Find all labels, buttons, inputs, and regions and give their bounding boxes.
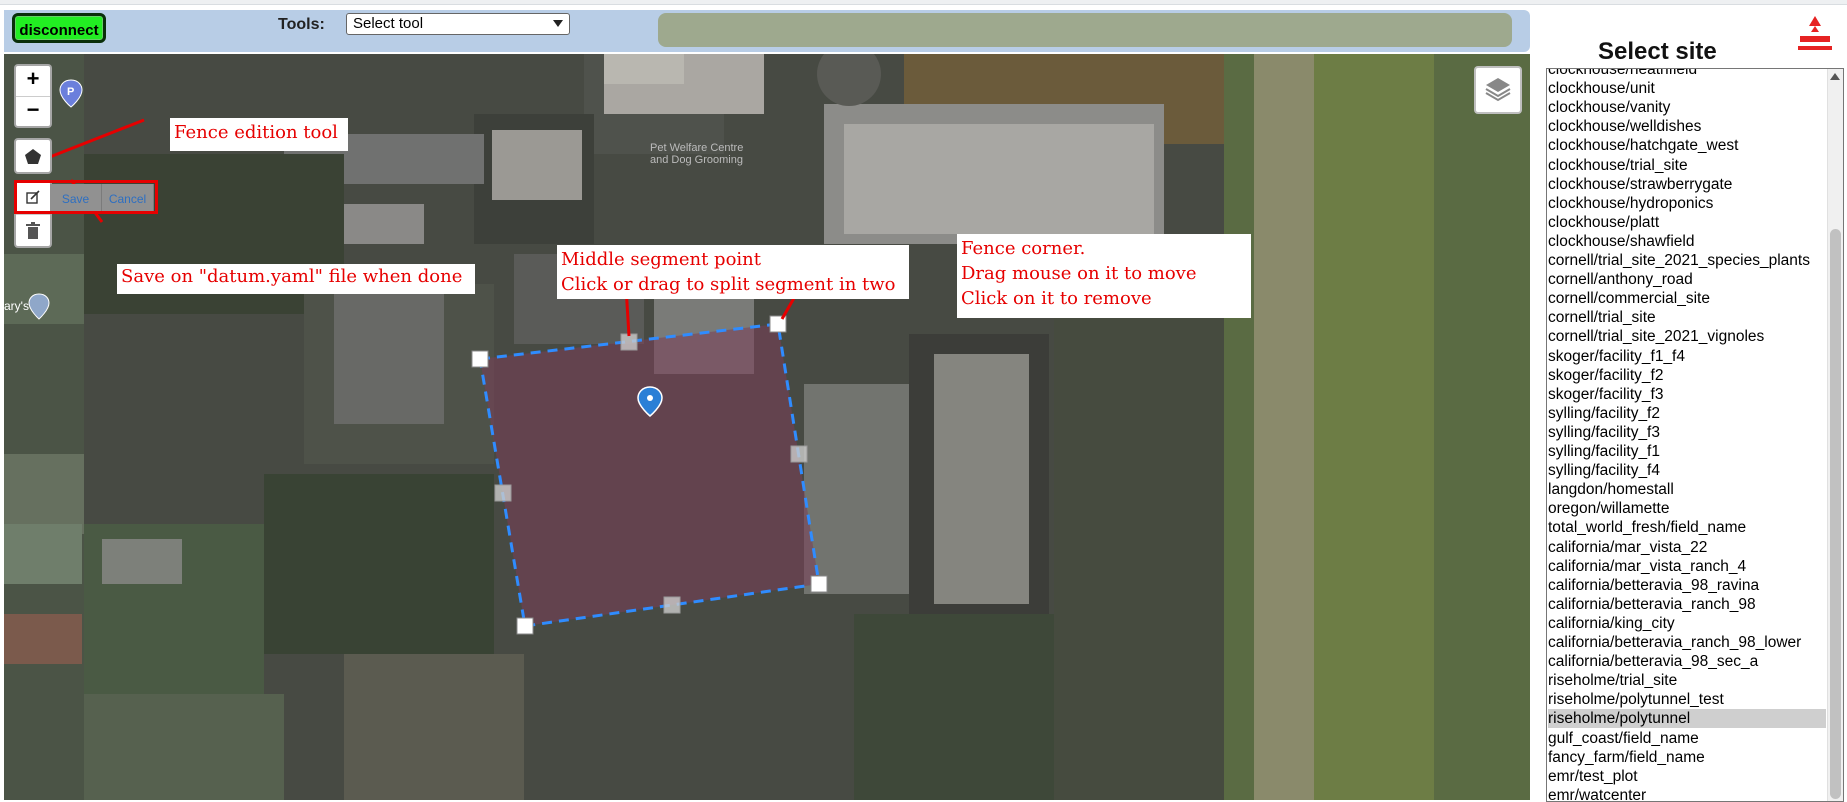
church-poi-icon[interactable]	[28, 293, 50, 320]
site-option[interactable]: cornell/trial_site_2021_vignoles	[1548, 327, 1826, 346]
annotation-corner-move: Drag mouse on it to move	[961, 263, 1197, 284]
chevron-down-icon	[553, 20, 563, 27]
tools-label: Tools:	[278, 16, 325, 33]
site-list-scrollbar[interactable]	[1827, 69, 1843, 801]
delete-layers-button[interactable]	[16, 215, 50, 247]
zoom-control: + −	[14, 64, 52, 128]
zoom-out-button[interactable]: −	[16, 97, 50, 127]
site-option[interactable]: california/king_city	[1548, 614, 1826, 633]
site-option[interactable]: clockhouse/welldishes	[1548, 117, 1826, 136]
tool-select-value: Select tool	[353, 15, 424, 32]
site-option[interactable]: clockhouse/hatchgate_west	[1548, 136, 1826, 155]
site-option[interactable]: fancy_farm/field_name	[1548, 748, 1826, 767]
site-option[interactable]: total_world_fresh/field_name	[1548, 518, 1826, 537]
site-option[interactable]: langdon/homestall	[1548, 480, 1826, 499]
top-toolbar: disconnect Tools: Select tool	[4, 10, 1530, 52]
site-option[interactable]: california/betteravia_ranch_98_lower	[1548, 633, 1826, 652]
satellite-map[interactable]: P Pet Welfare Centre and Dog Grooming ar…	[4, 54, 1530, 800]
zoom-in-button[interactable]: +	[16, 66, 50, 97]
trash-icon	[26, 222, 40, 239]
site-option[interactable]: clockhouse/unit	[1548, 79, 1826, 98]
site-option[interactable]: riseholme/polytunnel	[1548, 709, 1826, 729]
disconnect-button[interactable]: disconnect	[12, 13, 106, 43]
site-option[interactable]: skoger/facility_f3	[1548, 385, 1826, 404]
annotation-corner-remove: Click on it to remove	[961, 288, 1152, 309]
site-option[interactable]: skoger/facility_f2	[1548, 366, 1826, 385]
scroll-up-icon[interactable]	[1830, 73, 1840, 80]
polygon-icon	[25, 149, 41, 164]
poi-label: Pet Welfare Centre and Dog Grooming	[650, 142, 743, 166]
site-option[interactable]: clockhouse/shawfield	[1548, 232, 1826, 251]
site-option[interactable]: sylling/facility_f1	[1548, 442, 1826, 461]
poi-label: ary's	[4, 299, 29, 313]
browser-top-strip	[0, 0, 1847, 5]
site-option[interactable]: gulf_coast/field_name	[1548, 729, 1826, 748]
fence-middle-handle[interactable]	[620, 333, 638, 351]
site-option[interactable]: riseholme/polytunnel_test	[1548, 690, 1826, 709]
tool-select[interactable]: Select tool	[346, 13, 570, 35]
site-option[interactable]: clockhouse/hydroponics	[1548, 194, 1826, 213]
site-option[interactable]: cornell/trial_site_2021_species_plants	[1548, 251, 1826, 270]
fence-middle-handle[interactable]	[663, 596, 681, 614]
site-option[interactable]: clockhouse/trial_site	[1548, 156, 1826, 175]
annotation-highlight-box	[14, 180, 158, 214]
fence-middle-handle[interactable]	[494, 484, 512, 502]
draw-polygon-button[interactable]	[14, 138, 52, 174]
site-option[interactable]: cornell/anthony_road	[1548, 270, 1826, 289]
annotation-save-note: Save on "datum.yaml" file when done	[117, 264, 475, 294]
site-option[interactable]: sylling/facility_f2	[1548, 404, 1826, 423]
site-option[interactable]: california/betteravia_98_sec_a	[1548, 652, 1826, 671]
site-option[interactable]: sylling/facility_f4	[1548, 461, 1826, 480]
site-option[interactable]: clockhouse/strawberrygate	[1548, 175, 1826, 194]
svg-text:P: P	[67, 86, 74, 98]
site-option[interactable]: cornell/trial_site	[1548, 308, 1826, 327]
annotation-fence-corner: Fence corner. Drag mouse on it to move C…	[957, 234, 1251, 318]
site-option[interactable]: california/betteravia_98_ravina	[1548, 576, 1826, 595]
fence-middle-handle[interactable]	[790, 445, 808, 463]
site-option[interactable]: california/mar_vista_ranch_4	[1548, 557, 1826, 576]
annotation-fence-tool: Fence edition tool	[170, 118, 348, 151]
site-option[interactable]: clockhouse/heathfield	[1548, 69, 1826, 79]
site-listbox[interactable]: clockhouse/heathfield clockhouse/unit cloc…	[1546, 68, 1844, 802]
annotation-corner-title: Fence corner.	[961, 238, 1086, 259]
site-option[interactable]: skoger/facility_f1_f4	[1548, 347, 1826, 366]
fence-polygon-layer: P	[28, 79, 828, 635]
scrollbar-thumb[interactable]	[1830, 229, 1841, 799]
fence-corner-handle[interactable]	[810, 575, 828, 593]
site-option[interactable]: emr/test_plot	[1548, 767, 1826, 786]
site-option[interactable]: cornell/commercial_site	[1548, 289, 1826, 308]
site-option[interactable]: california/mar_vista_22	[1548, 538, 1826, 557]
site-option[interactable]: clockhouse/vanity	[1548, 98, 1826, 117]
site-option[interactable]: oregon/willamette	[1548, 499, 1826, 518]
site-option[interactable]: riseholme/trial_site	[1548, 671, 1826, 690]
site-option[interactable]: sylling/facility_f3	[1548, 423, 1826, 442]
fence-corner-handle[interactable]	[471, 350, 489, 368]
layers-icon	[1485, 78, 1511, 102]
site-option[interactable]: california/betteravia_ranch_98	[1548, 595, 1826, 614]
sidebar-title: Select site	[1598, 38, 1717, 65]
saga-robotics-logo	[1798, 16, 1832, 50]
annotation-middle-point-desc: Click or drag to split segment in two	[561, 274, 896, 295]
fence-corner-handle[interactable]	[516, 617, 534, 635]
poi-label-line: Pet Welfare Centre	[650, 142, 744, 154]
fence-polygon[interactable]	[478, 322, 821, 628]
site-option[interactable]: clockhouse/platt	[1548, 213, 1826, 232]
annotation-middle-point-title: Middle segment point	[561, 249, 761, 270]
status-bar	[658, 13, 1512, 47]
poi-label-line: and Dog Grooming	[650, 154, 743, 166]
annotation-middle-point: Middle segment point Click or drag to sp…	[557, 245, 909, 299]
layers-button[interactable]	[1474, 66, 1522, 114]
